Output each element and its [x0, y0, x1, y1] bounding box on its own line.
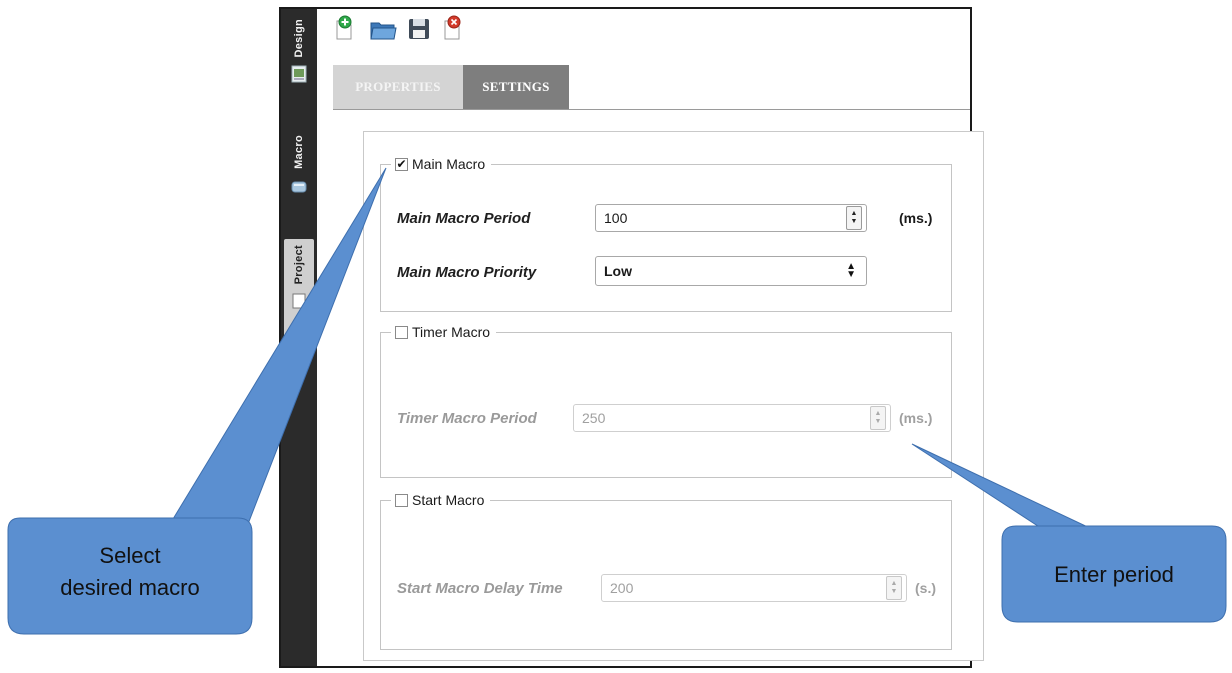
select-macro-pointer: [169, 167, 387, 525]
enter-period-pointer: [911, 443, 1095, 531]
enter-period-callout-text: Enter period: [1054, 562, 1174, 587]
select-macro-line2: desired macro: [60, 575, 200, 600]
select-macro-callout-text: Select desired macro: [8, 540, 252, 604]
select-macro-line1: Select: [99, 543, 161, 568]
